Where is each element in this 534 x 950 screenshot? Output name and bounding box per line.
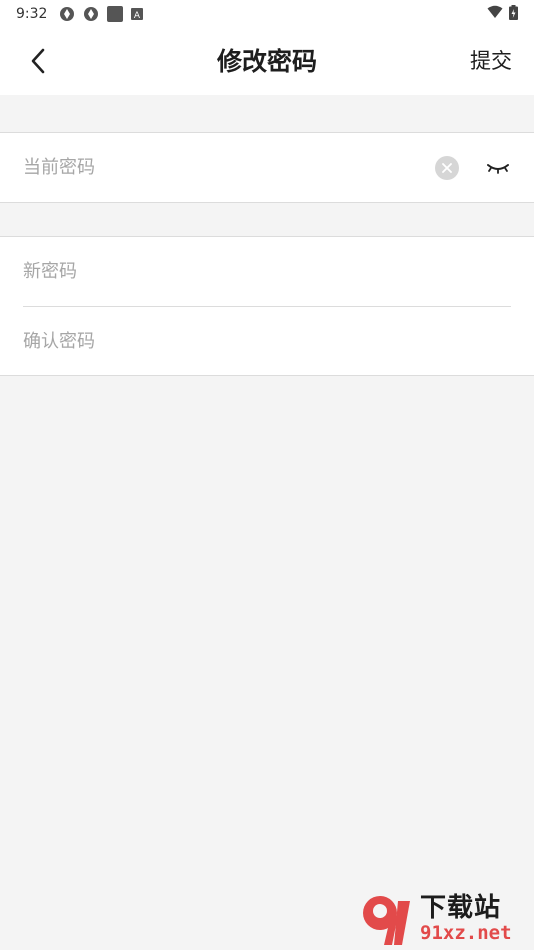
- status-bar: 9:32 A: [0, 0, 534, 28]
- eye-closed-icon: [487, 163, 509, 174]
- current-password-group: [0, 132, 534, 203]
- chevron-left-icon: [31, 48, 45, 74]
- current-password-input[interactable]: [23, 133, 435, 202]
- wifi-icon: [487, 5, 503, 23]
- a-badge-icon: A: [131, 8, 144, 20]
- new-password-row: [23, 237, 511, 306]
- submit-button[interactable]: 提交: [470, 28, 512, 95]
- status-time: 9:32: [16, 6, 48, 22]
- new-password-group: [0, 236, 534, 376]
- back-button[interactable]: [22, 44, 54, 78]
- aperture-icon: [83, 6, 99, 22]
- confirm-password-row: [23, 307, 511, 376]
- app-bar: 修改密码 提交: [0, 28, 534, 95]
- watermark-url-text: 91xz.net: [420, 922, 512, 944]
- new-password-input[interactable]: [23, 237, 511, 306]
- battery-icon: [509, 4, 518, 24]
- clear-input-button[interactable]: [435, 155, 459, 180]
- svg-text:A: A: [134, 11, 141, 20]
- confirm-password-input[interactable]: [23, 307, 511, 376]
- aperture-icon: [59, 6, 75, 22]
- close-icon: [442, 162, 452, 173]
- current-password-row: [23, 133, 511, 202]
- watermark-logo: [360, 891, 416, 947]
- watermark: 下载站 91xz.net: [360, 890, 530, 948]
- square-app-icon: [107, 6, 124, 22]
- page-title: 修改密码: [216, 47, 317, 76]
- toggle-visibility-button[interactable]: [485, 158, 511, 178]
- watermark-cn-text: 下载站: [420, 893, 502, 923]
